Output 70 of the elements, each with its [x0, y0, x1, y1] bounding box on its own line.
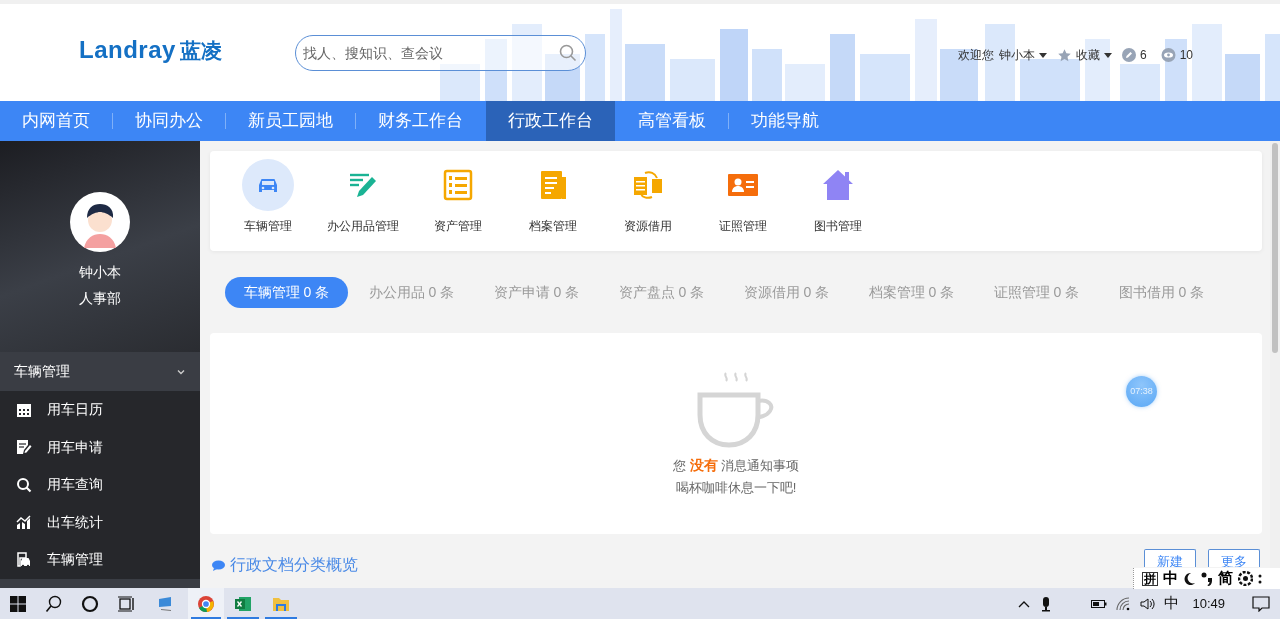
clock-text[interactable]: 10:49 [1192, 593, 1225, 614]
avatar-icon [70, 192, 130, 252]
app-shortcut[interactable]: 资源借用 [600, 151, 695, 235]
app-shortcut[interactable]: 资产管理 [410, 151, 505, 235]
user-name: 钟小本 [79, 263, 121, 282]
moon-icon[interactable] [1183, 571, 1196, 586]
coffee-cup-icon [697, 372, 774, 448]
nav-tab[interactable]: 财务工作台 [356, 101, 485, 141]
apply-icon [16, 439, 32, 456]
department-text: 人事部 [79, 289, 121, 308]
ime-button[interactable]: 中 [1163, 567, 1178, 590]
microphone-icon[interactable] [1040, 595, 1053, 612]
nav-tab[interactable]: 行政工作台 [486, 101, 615, 141]
sidebar-item[interactable]: 车辆管理 [0, 541, 200, 579]
star-icon [1057, 47, 1072, 63]
speaker-icon[interactable] [1140, 596, 1156, 611]
favorites-menu[interactable]: 收藏 [1076, 46, 1112, 64]
app-shortcut[interactable]: 办公用品管理 [315, 151, 410, 235]
exchange-icon [631, 169, 664, 201]
notification-icon[interactable] [1252, 595, 1270, 612]
sidebar-item[interactable]: 用车查询 [0, 466, 200, 504]
stats-icon [16, 514, 32, 531]
search-icon [45, 594, 63, 613]
punctuation-icon[interactable] [1201, 571, 1213, 586]
wifi-icon[interactable] [1116, 596, 1132, 611]
logo-text: 蓝凌 [179, 39, 222, 61]
vehicle-icon [16, 551, 32, 568]
section-title: 行政文档分类概览 [230, 555, 358, 575]
app-shortcut[interactable]: 车辆管理 [220, 151, 315, 235]
user-menu[interactable]: 钟小本 [999, 46, 1047, 64]
chat-bubble-icon [212, 559, 225, 571]
empty-message: 您 没有 消息通知事项 [672, 456, 800, 475]
eye-icon [1160, 48, 1176, 62]
nav-tab[interactable]: 功能导航 [729, 101, 841, 141]
count-text: 10 [1179, 47, 1194, 64]
app-shortcut[interactable]: 档案管理 [505, 151, 600, 235]
section-button[interactable]: 新建 [1144, 549, 1196, 567]
nav-tab[interactable]: 高管看板 [616, 101, 728, 141]
search-icon [16, 476, 32, 493]
scrollbar-thumb[interactable] [1272, 143, 1278, 353]
pencil-icon [1122, 48, 1136, 62]
more-icon[interactable] [1258, 572, 1262, 585]
input-mode-indicator[interactable]: 中 [1164, 592, 1180, 615]
battery-icon[interactable] [1091, 598, 1108, 609]
nav-tab[interactable]: 内网首页 [0, 101, 112, 141]
browser-icon [197, 594, 215, 613]
ime-button[interactable]: 简 [1218, 567, 1233, 590]
windows-icon [9, 594, 27, 613]
circle-icon [81, 594, 99, 613]
app-shortcut[interactable]: 证照管理 [695, 151, 790, 235]
house-icon [821, 169, 854, 201]
logo-text: Landray [79, 38, 176, 62]
task-view-icon [117, 594, 135, 613]
sidebar-item[interactable]: 用车日历 [0, 391, 200, 429]
search-icon[interactable] [559, 44, 577, 62]
empty-hint: 喝杯咖啡休息一下吧! [675, 479, 797, 497]
welcome-text: 欢迎您 [958, 47, 994, 64]
gear-icon[interactable] [1238, 571, 1253, 586]
nav-tab[interactable]: 协同办公 [113, 101, 225, 141]
spreadsheet-icon [234, 594, 252, 613]
sidebar-item[interactable]: 用车申请 [0, 428, 200, 466]
filter-tab[interactable]: 车辆管理 0 条 [225, 276, 348, 308]
nav-tab[interactable]: 新员工园地 [226, 101, 355, 141]
app-shortcut[interactable]: 图书管理 [790, 151, 885, 235]
sidebar-section[interactable]: 车辆管理 [0, 352, 200, 391]
count-text: 6 [1140, 47, 1147, 64]
search-field[interactable]: 找人、搜知识、查会议 [295, 35, 586, 71]
sidebar-item[interactable]: 出车统计 [0, 503, 200, 541]
list-icon [441, 169, 474, 201]
ime-button[interactable]: 拼 [1142, 571, 1158, 586]
